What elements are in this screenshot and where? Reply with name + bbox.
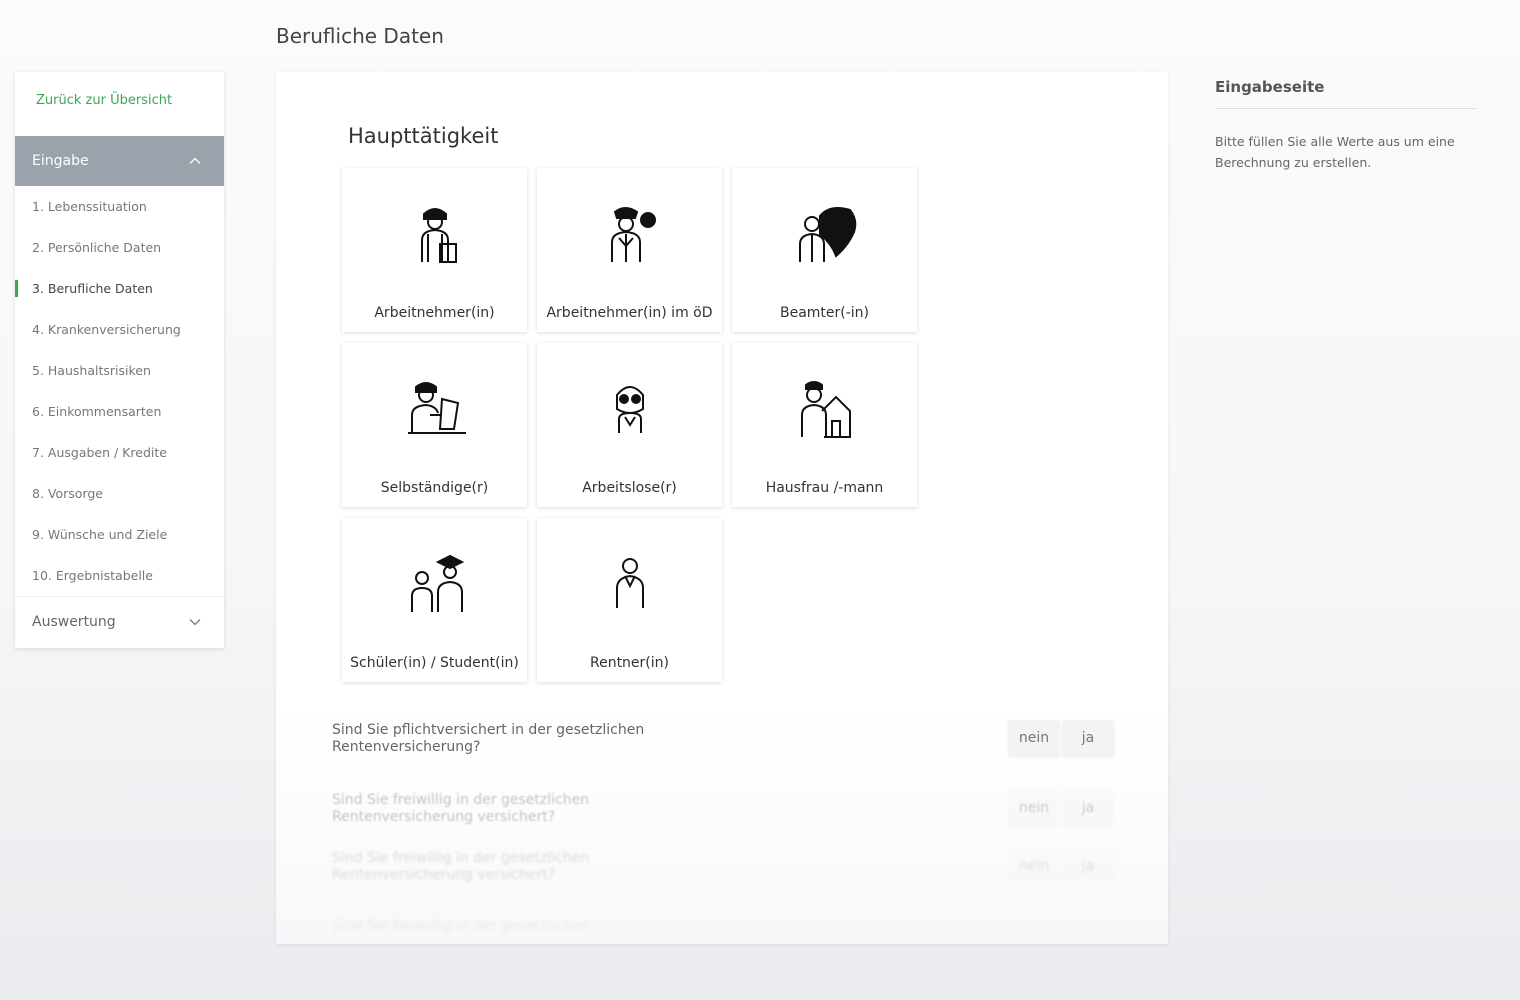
yes-button[interactable]: ja	[1062, 790, 1114, 826]
yes-no-toggle: nein ja	[1008, 790, 1114, 826]
unemployed-icon	[615, 386, 644, 433]
tile-label: Beamter(-in)	[779, 305, 870, 321]
public-service-employee-icon	[610, 207, 656, 262]
yes-no-toggle: nein ja	[1008, 720, 1114, 756]
tile-label: Arbeitslose(r)	[582, 480, 677, 496]
tile-label: Rentner(in)	[589, 655, 669, 671]
question-pflichtversichert: Sind Sie pflichtversichert in der gesetz…	[332, 720, 1114, 762]
tile-label: Hausfrau /-mann	[765, 480, 884, 496]
question-text: Sind Sie freiwillig in der gesetzlichen …	[332, 918, 590, 938]
section-auswertung[interactable]: Auswertung	[15, 596, 224, 646]
chevron-down-icon	[189, 618, 201, 625]
page-title: Berufliche Daten	[276, 24, 444, 48]
tile-hausfrau-mann[interactable]: Hausfrau /-mann	[732, 343, 917, 507]
sidebar: Zurück zur Übersicht Eingabe 1. Lebenssi…	[15, 72, 224, 648]
section-title: Haupttätigkeit	[348, 124, 499, 148]
input-steps-list: 1. Lebenssituation 2. Persönliche Daten …	[15, 186, 224, 596]
sidebar-item-ausgaben-kredite[interactable]: 7. Ausgaben / Kredite	[15, 432, 224, 473]
no-button[interactable]: nein	[1008, 848, 1060, 884]
back-to-overview-link[interactable]: Zurück zur Übersicht	[15, 72, 224, 136]
info-title: Eingabeseite	[1215, 78, 1477, 109]
chevron-up-icon	[189, 157, 201, 164]
tile-beamter[interactable]: Beamter(-in)	[732, 168, 917, 332]
sidebar-item-krankenversicherung[interactable]: 4. Krankenversicherung	[15, 309, 224, 350]
tile-label: Arbeitnehmer(in)	[374, 305, 495, 321]
tile-arbeitnehmer[interactable]: Arbeitnehmer(in)	[342, 168, 527, 332]
question-freiwillig-versichert-2: Sind Sie freiwillig in der gesetzlichen …	[332, 848, 1114, 890]
question-faded-4: Sind Sie freiwillig in der gesetzlichen …	[332, 918, 1114, 938]
sidebar-item-haushaltsrisiken[interactable]: 5. Haushaltsrisiken	[15, 350, 224, 391]
section-eingabe-label: Eingabe	[32, 153, 89, 169]
no-button[interactable]: nein	[1008, 790, 1060, 826]
employee-icon	[420, 208, 457, 263]
sidebar-item-einkommensarten[interactable]: 6. Einkommensarten	[15, 391, 224, 432]
self-employed-laptop-icon	[407, 382, 466, 434]
question-text: Sind Sie freiwillig in der gesetzlichen …	[332, 792, 590, 825]
main-card: Haupttätigkeit Arbeitnehmer(in) Arbeitne…	[276, 72, 1168, 944]
question-text: Sind Sie pflichtversichert in der gesetz…	[332, 722, 645, 755]
yes-button[interactable]: ja	[1062, 720, 1114, 756]
student-graduate-icon	[410, 554, 464, 612]
tile-label: Arbeitnehmer(in) im öD	[546, 305, 713, 321]
no-button[interactable]: nein	[1008, 720, 1060, 756]
yes-button[interactable]: ja	[1062, 848, 1114, 884]
sidebar-item-vorsorge[interactable]: 8. Vorsorge	[15, 473, 224, 514]
tile-arbeitslose[interactable]: Arbeitslose(r)	[537, 343, 722, 507]
info-panel: Eingabeseite Bitte füllen Sie alle Werte…	[1215, 78, 1477, 173]
question-text: Sind Sie freiwillig in der gesetzlichen …	[332, 850, 590, 883]
civil-servant-eagle-icon	[798, 207, 856, 262]
tile-label: Schüler(in) / Student(in)	[350, 655, 519, 671]
tile-rentner[interactable]: Rentner(in)	[537, 518, 722, 682]
sidebar-item-wuensche-ziele[interactable]: 9. Wünsche und Ziele	[15, 514, 224, 555]
tile-selbstaendige[interactable]: Selbständige(r)	[342, 343, 527, 507]
question-freiwillig-versichert: Sind Sie freiwillig in der gesetzlichen …	[332, 790, 1114, 832]
homemaker-house-icon	[800, 381, 851, 438]
sidebar-item-persoenliche-daten[interactable]: 2. Persönliche Daten	[15, 227, 224, 268]
tile-schueler-student[interactable]: Schüler(in) / Student(in)	[342, 518, 527, 682]
yes-no-toggle: nein ja	[1008, 848, 1114, 884]
info-text: Bitte füllen Sie alle Werte aus um eine …	[1215, 134, 1455, 170]
sidebar-item-berufliche-daten[interactable]: 3. Berufliche Daten	[15, 268, 224, 309]
section-auswertung-label: Auswertung	[32, 613, 116, 630]
sidebar-item-lebenssituation[interactable]: 1. Lebenssituation	[15, 186, 224, 227]
retiree-icon	[615, 558, 644, 608]
section-eingabe[interactable]: Eingabe	[15, 136, 224, 186]
sidebar-item-ergebnistabelle[interactable]: 10. Ergebnistabelle	[15, 555, 224, 596]
tile-arbeitnehmer-oed[interactable]: Arbeitnehmer(in) im öD	[537, 168, 722, 332]
tile-label: Selbständige(r)	[380, 480, 489, 496]
